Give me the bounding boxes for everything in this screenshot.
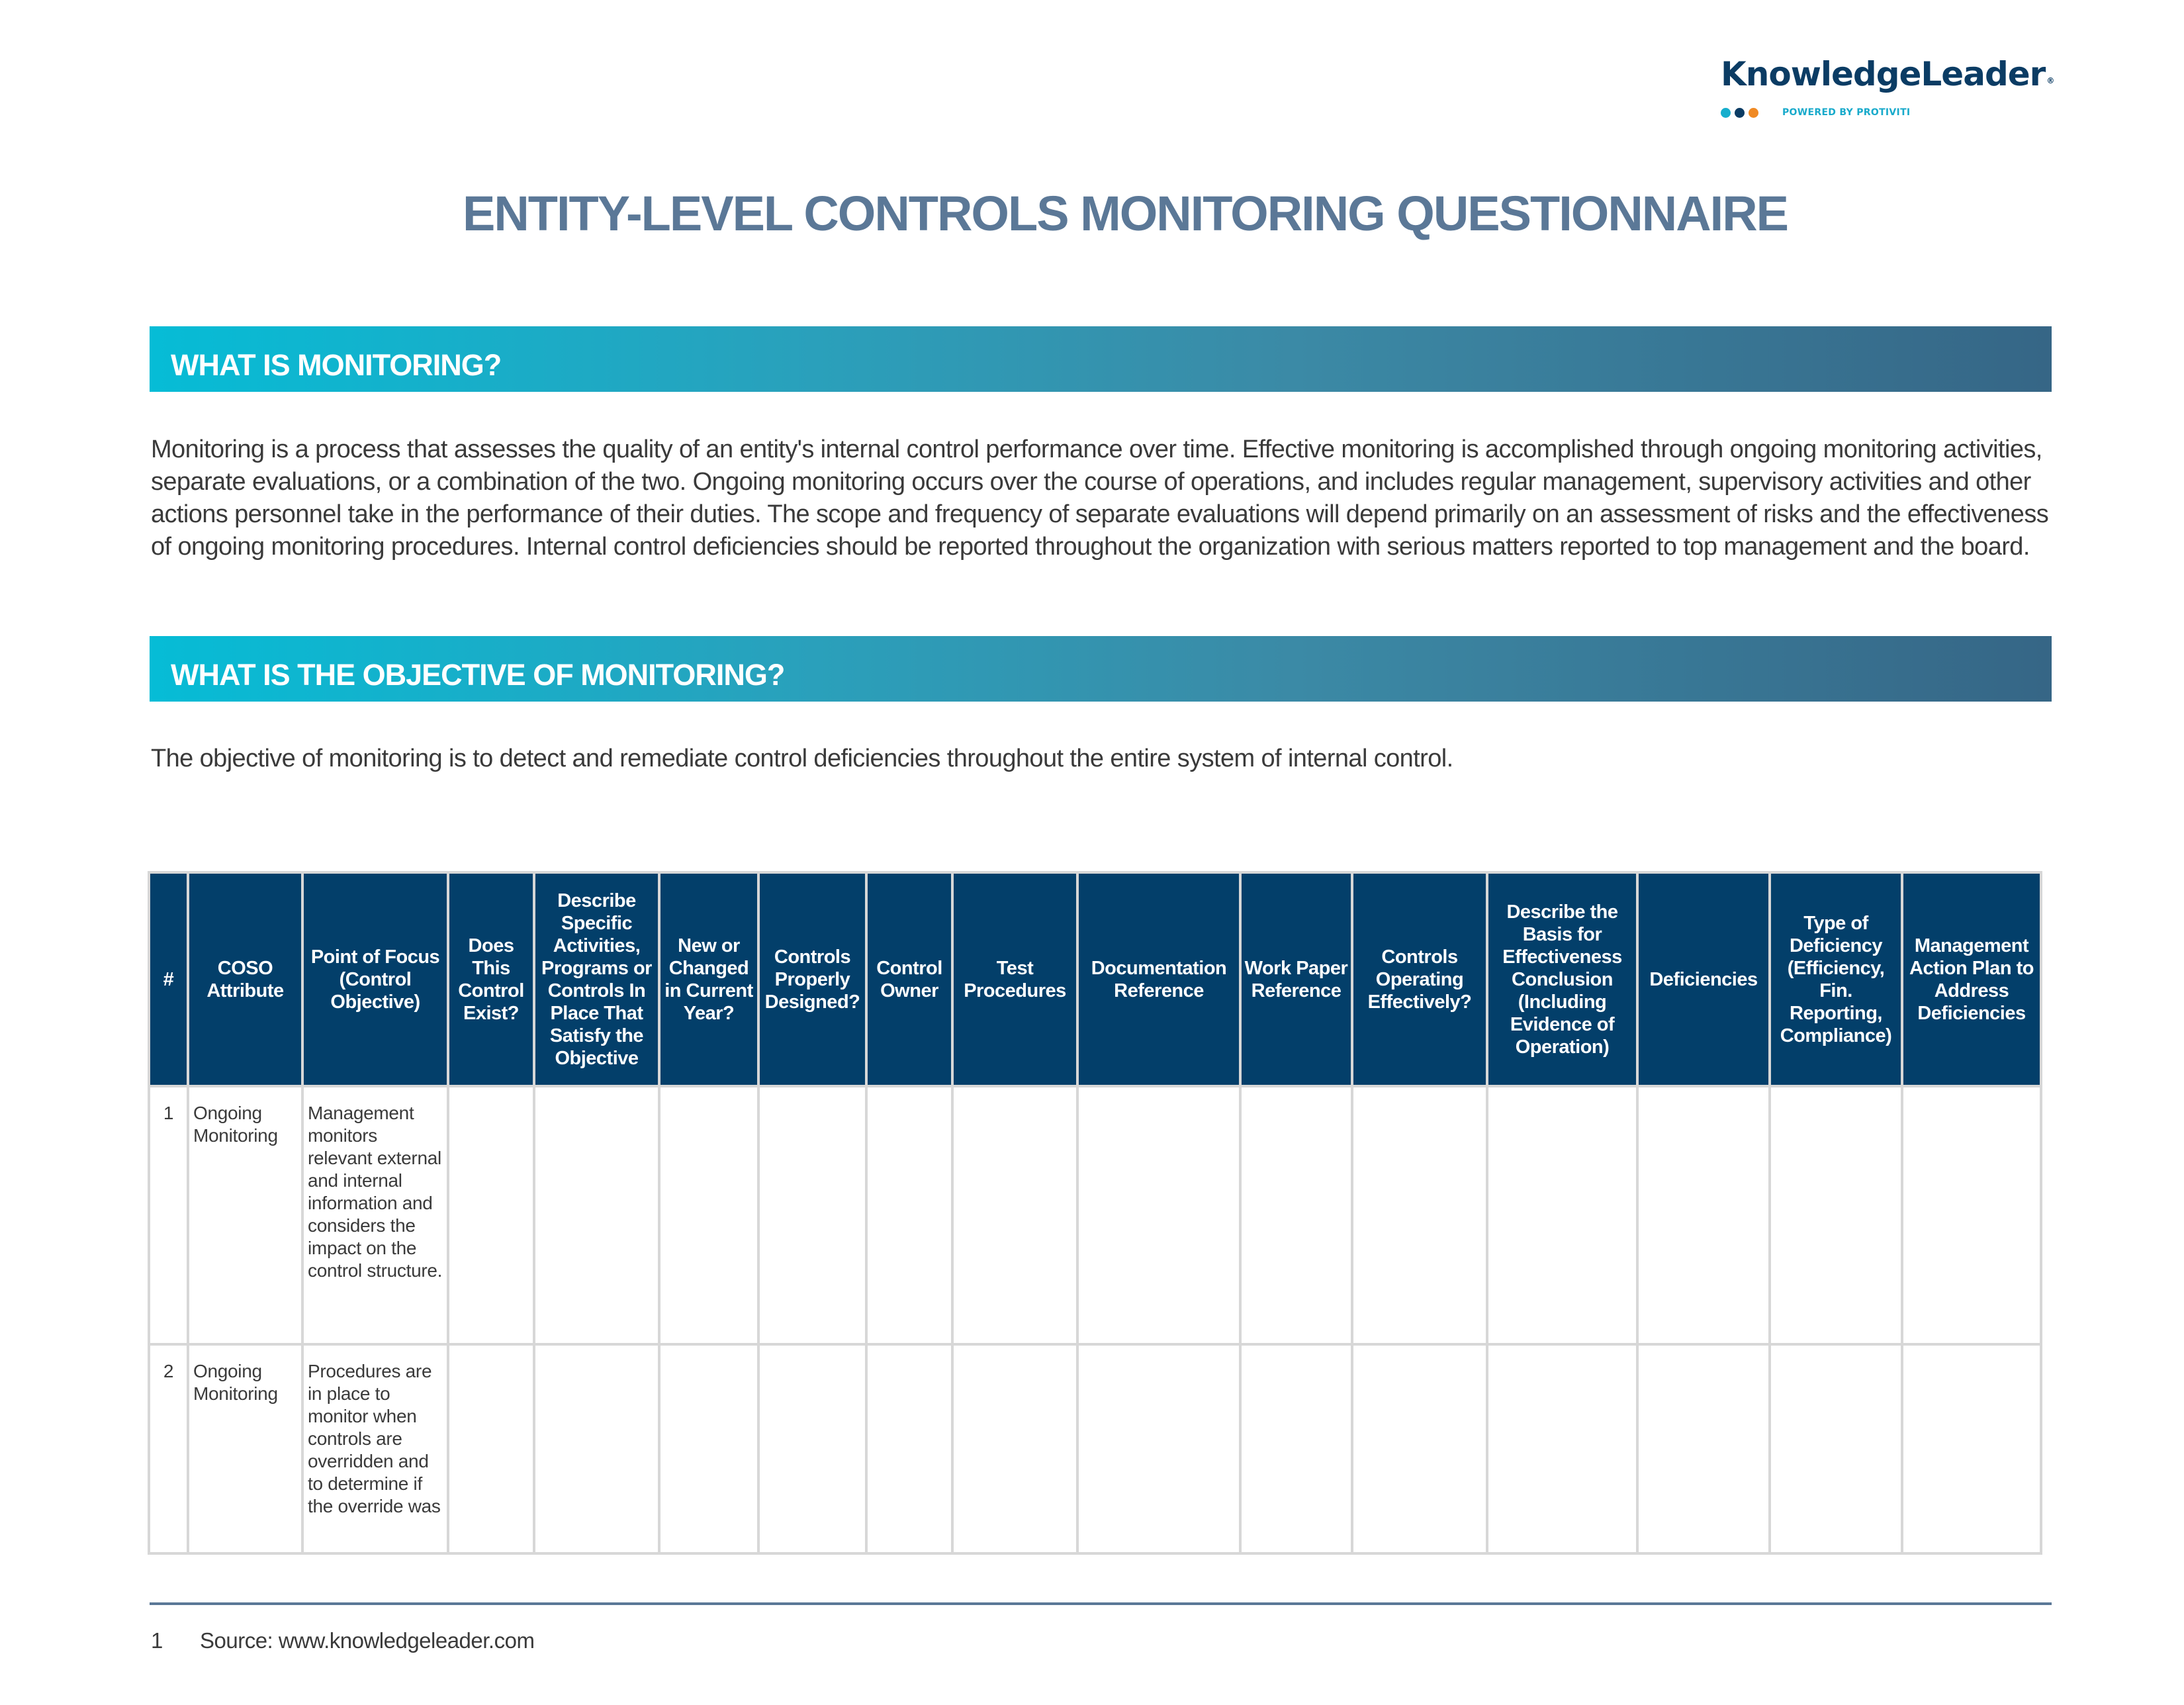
logo-tagline: POWERED BY PROTIVITI [1782,107,1911,118]
cell-basis-for-conclusion[interactable] [1486,1085,1639,1346]
section-body-what-is-monitoring: Monitoring is a process that assesses th… [151,436,2049,561]
section-heading: WHAT IS MONITORING? [171,348,502,382]
cell-coso-attribute: Ongoing Monitoring [187,1085,304,1346]
col-header-control-owner: Control Owner [865,871,954,1087]
section-banner-objective: WHAT IS THE OBJECTIVE OF MONITORING? [150,636,2052,702]
cell-new-or-changed[interactable] [658,1343,760,1555]
table-header-row: # COSO Attribute Point of Focus (Control… [148,871,2042,1087]
cell-control-exists[interactable] [447,1085,535,1346]
cell-describe-activities[interactable] [533,1343,660,1555]
cell-management-action-plan[interactable] [1901,1343,2042,1555]
cell-control-owner[interactable] [865,1343,954,1555]
col-header-basis-for-conclusion: Describe the Basis for Effectiveness Con… [1486,871,1639,1087]
col-header-describe-activities: Describe Specific Activities, Programs o… [533,871,660,1087]
col-header-coso-attribute: COSO Attribute [187,871,304,1087]
page-number: 1 [151,1628,163,1653]
col-header-documentation-reference: Documentation Reference [1076,871,1242,1087]
cell-basis-for-conclusion[interactable] [1486,1343,1639,1555]
cell-management-action-plan[interactable] [1901,1085,2042,1346]
table-row: 1 Ongoing Monitoring Management monitors… [148,1085,2042,1346]
logo-tagline-row: POWERED BY PROTIVITI [1721,107,2052,118]
cell-point-of-focus: Management monitors relevant external an… [301,1085,449,1346]
cell-describe-activities[interactable] [533,1085,660,1346]
col-header-operating-effectively: Controls Operating Effectively? [1351,871,1488,1087]
footer-source: Source: www.knowledgeleader.com [200,1628,535,1653]
section-heading: WHAT IS THE OBJECTIVE OF MONITORING? [171,658,785,692]
cell-test-procedures[interactable] [951,1085,1079,1346]
section-banner-what-is-monitoring: WHAT IS MONITORING? [150,326,2052,392]
col-header-new-or-changed: New or Changed in Current Year? [658,871,760,1087]
document-title: ENTITY-LEVEL CONTROLS MONITORING QUESTIO… [462,186,1789,241]
cell-control-owner[interactable] [865,1085,954,1346]
knowledgeleader-logo: KnowledgeLeader ® POWERED BY PROTIVITI [1721,54,2054,118]
cell-number: 2 [148,1343,189,1555]
logo-dot-orange-icon [1749,107,1758,118]
cell-test-procedures[interactable] [951,1343,1079,1555]
cell-number: 1 [148,1085,189,1346]
logo-name: KnowledgeLeader [1721,55,2046,93]
cell-type-of-deficiency[interactable] [1768,1085,1903,1346]
col-header-work-paper-reference: Work Paper Reference [1239,871,1353,1087]
cell-documentation-reference[interactable] [1076,1085,1242,1346]
cell-properly-designed[interactable] [757,1085,868,1346]
cell-deficiencies[interactable] [1636,1343,1771,1555]
cell-operating-effectively[interactable] [1351,1085,1488,1346]
cell-deficiencies[interactable] [1636,1085,1771,1346]
registered-mark-icon: ® [2046,76,2054,85]
logo-wordmark: KnowledgeLeader ® [1721,54,2054,94]
cell-coso-attribute: Ongoing Monitoring [187,1343,304,1555]
cell-work-paper-reference[interactable] [1239,1085,1353,1346]
cell-properly-designed[interactable] [757,1343,868,1555]
page-footer: 1 Source: www.knowledgeleader.com [151,1628,535,1653]
col-header-deficiencies: Deficiencies [1636,871,1771,1087]
cell-documentation-reference[interactable] [1076,1343,1242,1555]
cell-control-exists[interactable] [447,1343,535,1555]
questionnaire-table: # COSO Attribute Point of Focus (Control… [148,871,2042,1555]
footer-divider [150,1602,2052,1605]
col-header-management-action-plan: Management Action Plan to Address Defici… [1901,871,2042,1087]
cell-type-of-deficiency[interactable] [1768,1343,1903,1555]
cell-point-of-focus: Procedures are in place to monitor when … [301,1343,449,1555]
logo-dot-teal-icon [1721,107,1731,118]
col-header-control-exists: Does This Control Exist? [447,871,535,1087]
cell-operating-effectively[interactable] [1351,1343,1488,1555]
col-header-point-of-focus: Point of Focus (Control Objective) [301,871,449,1087]
col-header-properly-designed: Controls Properly Designed? [757,871,868,1087]
logo-dot-navy-icon [1735,107,1745,118]
col-header-type-of-deficiency: Type of Deficiency (Efficiency, Fin. Rep… [1768,871,1903,1087]
cell-new-or-changed[interactable] [658,1085,760,1346]
section-body-objective: The objective of monitoring is to detect… [151,745,1453,772]
col-header-number: # [148,871,189,1087]
cell-work-paper-reference[interactable] [1239,1343,1353,1555]
table-row: 2 Ongoing Monitoring Procedures are in p… [148,1343,2042,1555]
col-header-test-procedures: Test Procedures [951,871,1079,1087]
